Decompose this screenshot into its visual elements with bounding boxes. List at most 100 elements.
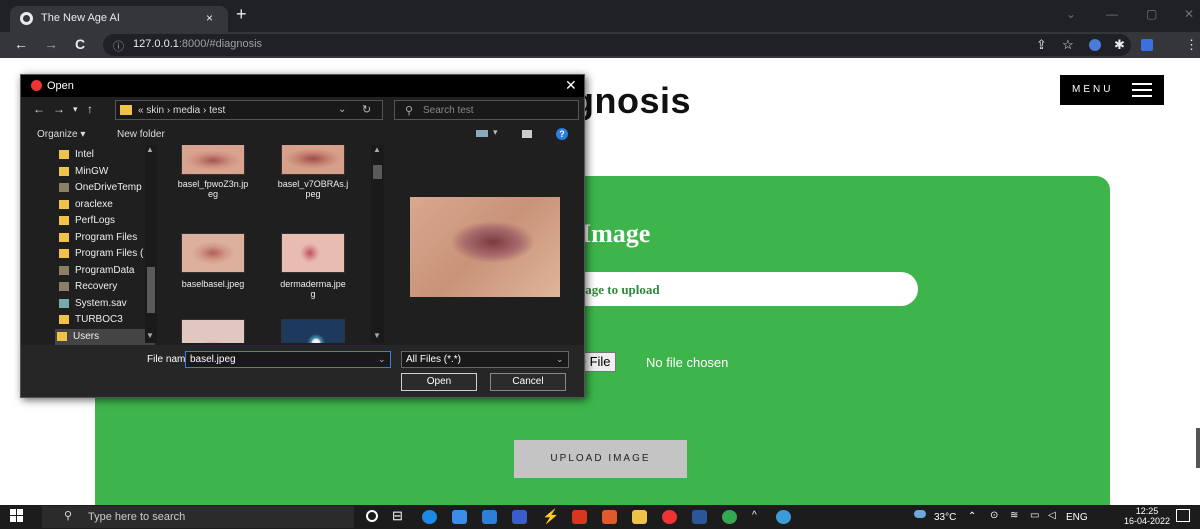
extensions-puzzle-icon[interactable]: ✱ bbox=[1114, 37, 1125, 53]
site-favicon-icon bbox=[20, 12, 33, 25]
new-folder-button[interactable]: New folder bbox=[117, 129, 165, 140]
chrome-profile-icon[interactable] bbox=[776, 510, 791, 524]
cortana-icon[interactable] bbox=[366, 510, 378, 522]
notifications-icon[interactable] bbox=[1176, 509, 1190, 522]
tree-item[interactable]: Users bbox=[55, 328, 155, 345]
browser-tab[interactable]: The New Age AI × bbox=[10, 6, 228, 32]
office-icon[interactable] bbox=[572, 510, 587, 524]
minimize-button[interactable]: — bbox=[1106, 7, 1118, 21]
tree-item[interactable]: PerfLogs bbox=[57, 213, 155, 229]
back-button[interactable]: ← bbox=[14, 35, 28, 53]
dialog-nav-bar: ← → ▾ ↑ « skin › media › test ⌄ ↻ ⚲ Sear… bbox=[21, 97, 584, 123]
file-item[interactable] bbox=[263, 311, 363, 343]
extension-icon[interactable] bbox=[1089, 39, 1101, 51]
path-dropdown-icon[interactable]: ⌄ bbox=[338, 104, 346, 115]
tree-scrollbar[interactable]: ▲ ▼ bbox=[145, 145, 157, 343]
window-close-button[interactable]: ✕ bbox=[1184, 7, 1194, 21]
wifi-icon[interactable]: ≋ bbox=[1010, 510, 1018, 521]
site-info-icon[interactable]: ⓘ bbox=[113, 38, 124, 54]
file-type-select[interactable]: All Files (*.*) ⌄ bbox=[401, 351, 569, 368]
cancel-button[interactable]: Cancel bbox=[490, 373, 566, 391]
file-name-wrap: g bbox=[310, 289, 316, 299]
file-item[interactable]: baselbasel.jpeg bbox=[163, 225, 263, 325]
scroll-up-icon[interactable]: ▲ bbox=[146, 145, 154, 154]
new-tab-button[interactable]: + bbox=[236, 4, 247, 24]
tree-item[interactable]: Intel bbox=[57, 147, 155, 163]
edge-icon[interactable] bbox=[422, 510, 437, 524]
tree-item[interactable]: ProgramData bbox=[57, 263, 155, 279]
file-grid: basel_fpwoZ3n.jp eg basel_v7OBRAs.j peg base… bbox=[163, 145, 371, 343]
back-arrow-icon[interactable]: ← bbox=[33, 102, 45, 116]
chevron-down-icon[interactable]: ⌄ bbox=[556, 354, 564, 365]
menu-button[interactable]: MENU bbox=[1060, 75, 1164, 105]
tree-item[interactable]: System.sav bbox=[57, 296, 155, 312]
taskbar-search[interactable]: ⚲ Type here to search bbox=[42, 506, 354, 528]
kebab-menu-icon[interactable]: ⋮ bbox=[1185, 37, 1198, 53]
task-view-icon[interactable]: ⊟ bbox=[392, 508, 403, 524]
app-icon-red[interactable] bbox=[662, 510, 677, 524]
dialog-close-icon[interactable]: ✕ bbox=[565, 77, 577, 94]
scroll-down-icon[interactable]: ▼ bbox=[373, 331, 381, 340]
bookmark-star-icon[interactable]: ☆ bbox=[1062, 37, 1074, 53]
reload-button[interactable]: C bbox=[75, 35, 85, 53]
scroll-down-icon[interactable]: ▼ bbox=[146, 331, 154, 340]
file-name-wrap: eg bbox=[207, 189, 218, 199]
file-item[interactable]: dermaderma.jpe g bbox=[263, 225, 363, 325]
file-scrollbar[interactable]: ▲ ▼ bbox=[371, 145, 384, 343]
file-scroll-thumb[interactable] bbox=[373, 165, 382, 179]
word-icon[interactable] bbox=[692, 510, 707, 524]
file-explorer-icon[interactable] bbox=[632, 510, 647, 524]
preview-pane-icon[interactable] bbox=[522, 130, 532, 138]
forward-button[interactable]: → bbox=[44, 35, 58, 53]
dialog-title-bar[interactable]: Open ✕ bbox=[21, 75, 584, 97]
file-thumbnail bbox=[181, 145, 245, 175]
clock[interactable]: 12:25 16-04-2022 bbox=[1124, 506, 1170, 526]
tree-item[interactable]: oraclexe bbox=[57, 197, 155, 213]
scroll-up-icon[interactable]: ▲ bbox=[373, 145, 381, 154]
folder-icon bbox=[59, 282, 69, 291]
chrome-icon[interactable] bbox=[722, 510, 737, 524]
dialog-search-input[interactable]: ⚲ Search test bbox=[394, 100, 579, 120]
tree-scroll-thumb[interactable] bbox=[147, 267, 155, 313]
tray-overflow-icon[interactable]: ^ bbox=[752, 510, 757, 521]
forward-arrow-icon[interactable]: → bbox=[53, 102, 65, 116]
recent-dropdown-icon[interactable]: ▾ bbox=[73, 104, 78, 115]
share-icon[interactable]: ⇪ bbox=[1036, 37, 1047, 53]
tab-close-icon[interactable]: × bbox=[206, 11, 213, 25]
help-icon[interactable]: ? bbox=[556, 128, 568, 140]
battery-icon[interactable]: ▭ bbox=[1030, 510, 1039, 521]
organize-button[interactable]: Organize ▾ bbox=[37, 129, 85, 140]
tree-item[interactable]: Program Files ( bbox=[57, 246, 155, 262]
view-dropdown-icon[interactable]: ▾ bbox=[493, 127, 498, 138]
windows-start-icon[interactable] bbox=[10, 509, 24, 523]
path-breadcrumb[interactable]: « skin › media › test ⌄ ↻ bbox=[115, 100, 383, 120]
weather-text[interactable]: 33°C bbox=[934, 512, 956, 523]
tree-item[interactable]: Program Files bbox=[57, 230, 155, 246]
view-options-icon[interactable] bbox=[476, 130, 488, 137]
url-text[interactable]: 127.0.0.1:8000/#diagnosis bbox=[133, 38, 262, 50]
store-icon[interactable] bbox=[452, 510, 467, 524]
mail-icon[interactable] bbox=[482, 510, 497, 524]
tab-search-icon[interactable]: ⌄ bbox=[1066, 7, 1076, 21]
file-name-input[interactable]: basel.jpeg ⌄ bbox=[185, 351, 391, 368]
chevron-down-icon[interactable]: ⌄ bbox=[378, 354, 386, 365]
dropbox-icon[interactable] bbox=[512, 510, 527, 524]
app-icon[interactable] bbox=[602, 510, 617, 524]
up-arrow-icon[interactable]: ↑ bbox=[87, 102, 93, 116]
page-scrollbar[interactable] bbox=[1196, 428, 1200, 468]
language-indicator[interactable]: ENG bbox=[1066, 512, 1088, 523]
restore-button[interactable]: ▢ bbox=[1146, 7, 1157, 21]
tree-item[interactable]: MinGW bbox=[57, 164, 155, 180]
tray-chevron-icon[interactable]: ⌃ bbox=[968, 511, 976, 522]
pin-app-icon[interactable]: ⚡ bbox=[542, 508, 559, 525]
tree-item[interactable]: OneDriveTemp bbox=[57, 180, 155, 196]
volume-icon[interactable]: ◁ bbox=[1048, 510, 1056, 521]
network-icon[interactable]: ⊙ bbox=[990, 510, 998, 521]
tree-item[interactable]: Recovery bbox=[57, 279, 155, 295]
profile-extension-icon[interactable] bbox=[1141, 39, 1153, 51]
open-button[interactable]: Open bbox=[401, 373, 477, 391]
refresh-icon[interactable]: ↻ bbox=[362, 103, 371, 116]
upload-image-button[interactable]: UPLOAD IMAGE bbox=[514, 440, 687, 478]
tree-item[interactable]: TURBOC3 bbox=[57, 312, 155, 328]
file-item[interactable] bbox=[163, 311, 263, 343]
